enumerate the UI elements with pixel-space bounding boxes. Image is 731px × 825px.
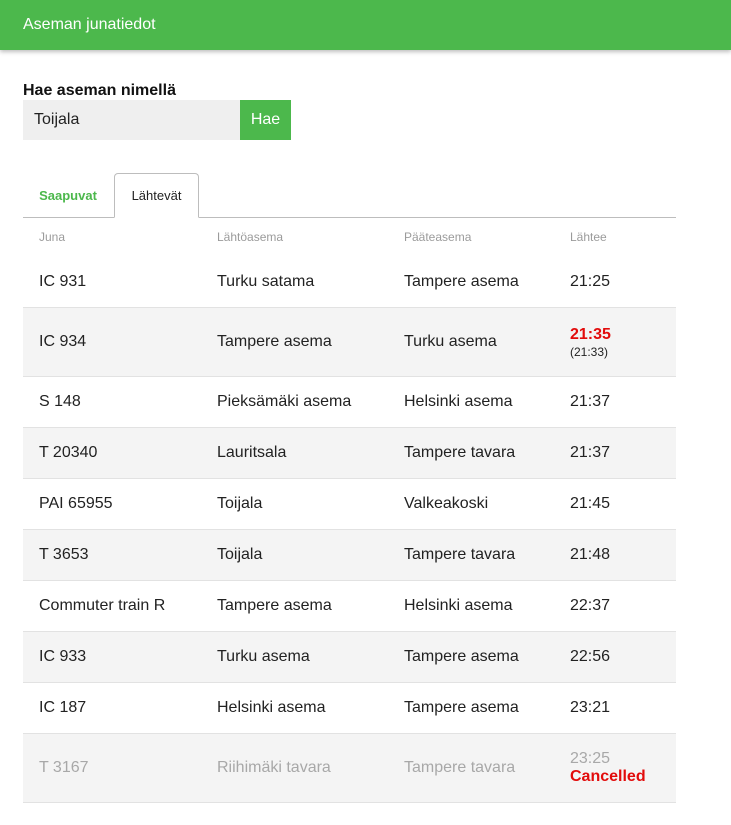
table-header: Juna Lähtöasema Pääteasema Lähtee	[23, 218, 676, 256]
app-bar: Aseman junatiedot	[0, 0, 731, 50]
time-cell: 23:25 Cancelled	[554, 750, 676, 786]
origin-cell: Riihimäki tavara	[217, 759, 331, 776]
table-row[interactable]: IC 931 Turku satama Tampere asema 21:25	[23, 256, 676, 308]
time-cell: 21:48	[570, 546, 611, 563]
search-button[interactable]: Hae	[240, 100, 291, 140]
table-row[interactable]: T 20340 Lauritsala Tampere tavara 21:37	[23, 428, 676, 479]
destination-cell: Helsinki asema	[404, 393, 513, 410]
station-search-input[interactable]	[23, 100, 240, 140]
train-cell: T 20340	[39, 444, 98, 461]
table-row[interactable]: PAI 65955 Toijala Valkeakoski 21:45	[23, 479, 676, 530]
destination-cell: Helsinki asema	[404, 597, 513, 614]
train-cell: IC 934	[39, 333, 87, 350]
origin-cell: Toijala	[217, 546, 263, 563]
train-cell: IC 931	[39, 272, 87, 290]
column-header-destination: Pääteasema	[404, 230, 472, 244]
tab-departures[interactable]: Lähtevät	[114, 173, 199, 218]
origin-cell: Tampere asema	[217, 597, 332, 614]
tab-bar: Saapuvat Lähtevät	[23, 173, 676, 218]
time-cell: 21:37	[570, 444, 611, 461]
origin-cell: Tampere asema	[217, 333, 332, 350]
train-cell: Commuter train R	[39, 597, 166, 614]
table-row[interactable]: Commuter train R Tampere asema Helsinki …	[23, 581, 676, 632]
departures-table: Juna Lähtöasema Pääteasema Lähtee IC 931…	[23, 218, 676, 803]
time-cell: 21:45	[570, 495, 611, 512]
destination-cell: Tampere asema	[404, 648, 519, 665]
train-cell: T 3653	[39, 546, 89, 563]
app-title: Aseman junatiedot	[23, 16, 156, 33]
destination-cell: Tampere asema	[404, 272, 519, 290]
origin-cell: Toijala	[217, 495, 263, 512]
scheduled-time: 23:25	[570, 750, 611, 767]
column-header-origin: Lähtöasema	[217, 230, 284, 244]
train-cell: PAI 65955	[39, 495, 113, 512]
train-cell: S 148	[39, 393, 81, 410]
destination-cell: Tampere asema	[404, 699, 519, 716]
origin-cell: Lauritsala	[217, 444, 287, 461]
destination-cell: Tampere tavara	[404, 546, 516, 563]
destination-cell: Tampere tavara	[404, 759, 516, 776]
table-row[interactable]: IC 933 Turku asema Tampere asema 22:56	[23, 632, 676, 683]
table-row[interactable]: T 3653 Toijala Tampere tavara 21:48	[23, 530, 676, 581]
origin-cell: Turku satama	[217, 272, 315, 290]
table-row[interactable]: S 148 Pieksämäki asema Helsinki asema 21…	[23, 377, 676, 428]
destination-cell: Turku asema	[404, 333, 497, 350]
tab-arrivals[interactable]: Saapuvat	[23, 173, 113, 218]
time-cell: 21:35 (21:33)	[554, 326, 676, 359]
table-row-cancelled[interactable]: T 3167 Riihimäki tavara Tampere tavara 2…	[23, 734, 676, 803]
origin-cell: Helsinki asema	[217, 699, 326, 716]
delayed-time: 21:35	[570, 325, 611, 343]
destination-cell: Valkeakoski	[404, 495, 489, 512]
search-label: Hae aseman nimellä	[23, 82, 176, 99]
destination-cell: Tampere tavara	[404, 444, 516, 461]
time-cell: 21:37	[570, 393, 611, 410]
time-cell: 22:37	[570, 597, 611, 614]
time-cell: 23:21	[570, 699, 611, 716]
origin-cell: Turku asema	[217, 648, 310, 665]
time-cell: 22:56	[570, 648, 611, 665]
scheduled-time: (21:33)	[570, 344, 609, 359]
column-header-departs: Lähtee	[570, 230, 607, 244]
train-cell: IC 933	[39, 648, 87, 665]
column-header-train: Juna	[39, 230, 66, 244]
train-cell: T 3167	[39, 759, 89, 776]
cancelled-badge: Cancelled	[570, 768, 646, 785]
table-row[interactable]: IC 187 Helsinki asema Tampere asema 23:2…	[23, 683, 676, 734]
table-row[interactable]: IC 934 Tampere asema Turku asema 21:35 (…	[23, 308, 676, 377]
train-cell: IC 187	[39, 699, 87, 716]
time-cell: 21:25	[570, 272, 611, 290]
origin-cell: Pieksämäki asema	[217, 393, 352, 410]
